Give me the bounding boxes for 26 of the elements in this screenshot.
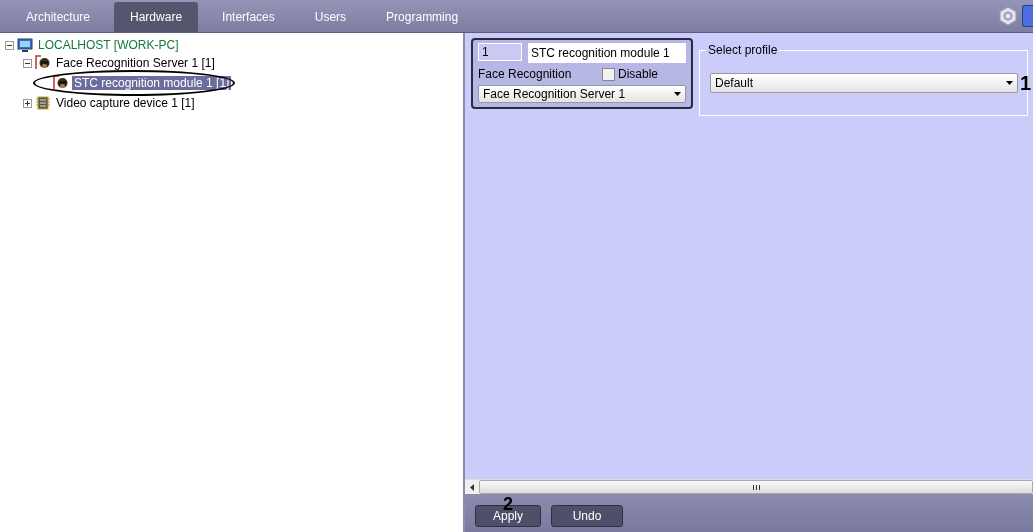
expand-icon[interactable] [23, 98, 32, 108]
scroll-left-icon[interactable] [470, 483, 474, 491]
footer-button[interactable]: Undo [551, 505, 623, 527]
group-title: Select profile [706, 43, 780, 57]
monitor-icon [17, 37, 33, 53]
parent-select[interactable]: Face Recognition Server 1 [478, 85, 686, 103]
tree-item[interactable]: Video capture device 1 [1] [54, 96, 197, 110]
face-icon [35, 55, 51, 71]
chip-icon [35, 95, 51, 111]
collapse-icon[interactable] [5, 40, 14, 50]
profile-select[interactable]: Default [710, 73, 1018, 93]
grip-icon [752, 484, 760, 490]
tree-item[interactable]: LOCALHOST [WORK-PC] [36, 38, 181, 52]
collapse-icon[interactable] [23, 58, 32, 68]
tree-item[interactable]: Face Recognition Server 1 [1] [54, 56, 217, 70]
face-icon [53, 75, 69, 91]
dropdown-arrow-icon [1005, 81, 1013, 85]
id-field[interactable]: 1 [478, 43, 522, 61]
name-field[interactable]: STC recognition module 1 [528, 43, 686, 63]
horizontal-scrollbar[interactable] [465, 479, 1033, 494]
type-label: Face Recognition [478, 67, 572, 81]
callout-number: 1 [1019, 73, 1031, 93]
disable-checkbox[interactable]: Disable [601, 67, 658, 81]
dropdown-arrow-icon [674, 92, 681, 96]
hexagon-icon[interactable] [998, 6, 1018, 26]
tab[interactable]: Hardware [114, 2, 199, 32]
